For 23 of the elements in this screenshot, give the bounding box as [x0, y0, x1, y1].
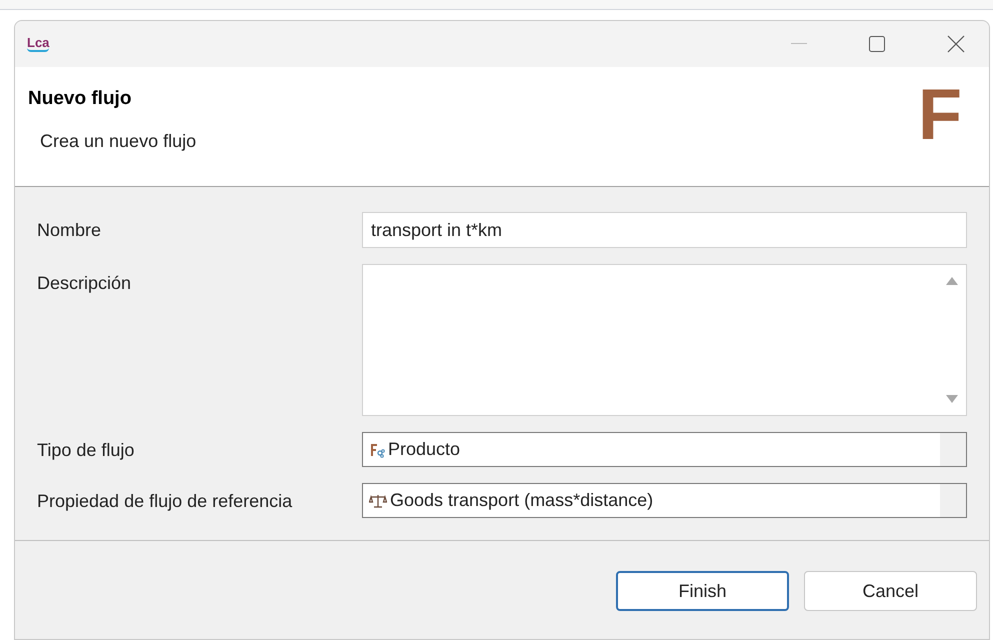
description-field[interactable] [362, 264, 967, 416]
dialog-button[interactable]: Cancel [804, 571, 977, 611]
flow-icon [369, 442, 385, 458]
app-logo: Lca [27, 36, 50, 52]
combo-value: Producto [388, 438, 460, 461]
scale-icon [369, 494, 387, 508]
dialog-title: Nuevo flujo [28, 87, 132, 111]
name-field[interactable]: transport in t*km [362, 212, 967, 248]
scroll-up-icon[interactable] [946, 277, 958, 285]
combo-field[interactable]: Producto [362, 432, 967, 467]
maximize-icon[interactable] [869, 36, 885, 52]
scroll-down-icon[interactable] [946, 395, 958, 403]
field-label: Descripción [37, 272, 132, 295]
dialog-button[interactable]: Finish [616, 571, 789, 611]
combo-field[interactable]: Goods transport (mass*distance) [362, 483, 967, 518]
field-label: Tipo de flujo [37, 439, 136, 462]
field-label: Propiedad de flujo de referencia [37, 490, 294, 513]
combo-value: Goods transport (mass*distance) [390, 489, 654, 512]
dialog-subtitle: Crea un nuevo flujo [40, 130, 196, 153]
minimize-icon[interactable] [791, 43, 807, 45]
flow-logo: F [918, 79, 962, 157]
close-icon[interactable] [947, 35, 965, 53]
field-label: Nombre [37, 219, 102, 242]
